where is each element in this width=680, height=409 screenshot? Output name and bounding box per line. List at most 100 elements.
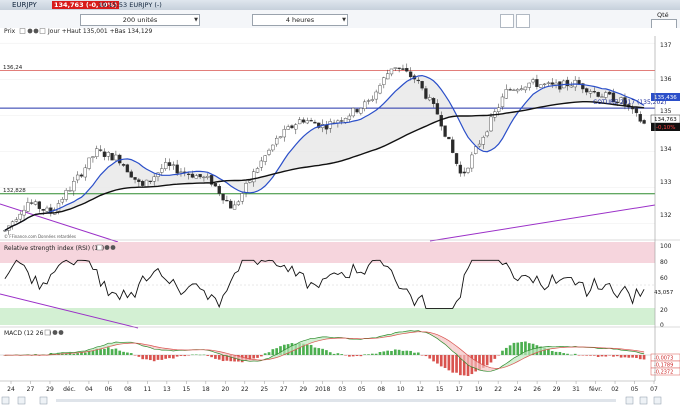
macd-bar [305,344,309,355]
y-tick: 134 [660,146,672,153]
macd-bar [443,355,447,368]
settings-icon[interactable] [44,329,51,336]
candle [634,108,639,114]
macd-bar [351,355,355,357]
macd-bar [198,354,202,356]
period-select[interactable]: 4 heures ▼ [252,14,348,26]
candle [102,151,107,157]
reset-zoom-icon[interactable] [639,396,648,405]
candle [416,79,420,82]
y-tick: 132 [660,212,672,219]
settings-icon[interactable] [96,244,103,251]
macd-bar [214,355,217,359]
candle [443,125,447,137]
macd-bar [359,355,363,357]
macd-bar [405,350,409,355]
candle [114,154,118,161]
macd-bar [309,344,313,355]
candle [588,91,593,94]
fullscreen-icon[interactable] [653,396,662,405]
macd-bar [217,355,221,360]
macd-bar [271,349,275,355]
candle [531,79,535,83]
candle [527,82,531,88]
close-indicator-icon[interactable] [27,28,33,34]
macd-bar [424,355,428,357]
candle [141,180,145,186]
macd-bar [267,352,271,355]
candle [347,115,352,120]
scroll-left-icon[interactable] [17,396,26,405]
candle [98,149,103,151]
candle-chart-icon[interactable] [516,14,530,28]
candle [259,160,264,168]
candle [278,136,283,139]
chart-canvas[interactable]: Prix Jour +Haut 135,001 +Bas 134,129 136… [0,28,680,409]
macd-bar [558,351,562,355]
candle [523,86,528,91]
candle [64,190,68,200]
macd-bar [573,353,577,355]
y-tick: 60 [660,275,668,282]
macd-bar [160,355,164,360]
candle [309,120,313,122]
candle [198,174,202,178]
macd-bar [328,352,332,355]
source-note: © FFinance.com Données retardées [4,234,76,239]
macd-bar [604,355,608,357]
x-tick-label: févr. [589,386,602,393]
candle [133,177,137,180]
candle [405,68,409,72]
candle [340,120,344,122]
macd-bar [374,353,378,355]
macd-bar [260,355,263,357]
candle [462,171,466,174]
candle [26,202,30,212]
candle [600,96,604,98]
zoom-out-icon[interactable] [1,396,10,405]
macd-bar [508,345,512,355]
macd-bar [585,355,589,356]
x-tick-label: 12 [416,386,424,393]
candle [485,131,489,137]
zoom-in-icon[interactable] [39,396,48,405]
x-tick-label: 27 [280,386,288,393]
macd-bar [642,355,646,360]
y-tick: 80 [660,259,668,266]
macd-bar [554,351,558,355]
x-tick-label: 02 [611,386,619,393]
macd-bar [501,350,504,355]
candle [577,80,581,85]
macd-bar [118,350,122,355]
settings-icon[interactable] [19,28,26,34]
chart-toolbar: 200 unités ▼ 4 heures ▼ Qté [0,10,680,29]
candle [118,154,122,164]
hide-indicator-icon[interactable] [33,28,39,34]
units-select[interactable]: 200 unités ▼ [80,14,200,26]
x-tick-label: 07 [650,386,658,393]
candle [167,162,172,166]
hide-indicator-icon[interactable] [58,330,64,335]
hide-indicator-icon[interactable] [110,245,116,250]
ma-badge-text: 135,436 [654,95,677,101]
candle [56,203,61,212]
macd-bar [386,350,389,355]
scrollbar-track[interactable] [56,399,616,402]
y-tick: 133 [660,179,672,186]
macd-bar [570,354,573,356]
scroll-right-icon[interactable] [625,396,634,405]
price-header-values: Jour +Haut 135,001 +Bas 134,129 [47,28,152,35]
macd-bar [623,355,627,358]
expand-icon[interactable] [39,28,46,34]
macd-bar [619,355,623,358]
bar-chart-icon[interactable] [500,14,514,28]
macd-bar [133,355,137,356]
candle [305,120,309,124]
macd-bar [179,355,183,356]
macd-bar [336,353,340,355]
macd-bar [122,351,125,355]
macd-bar [183,355,187,357]
close-indicator-icon[interactable] [52,330,58,335]
close-indicator-icon[interactable] [104,245,110,250]
rsi-panel-title: Relative strength index (RSI) (14) [4,245,104,252]
